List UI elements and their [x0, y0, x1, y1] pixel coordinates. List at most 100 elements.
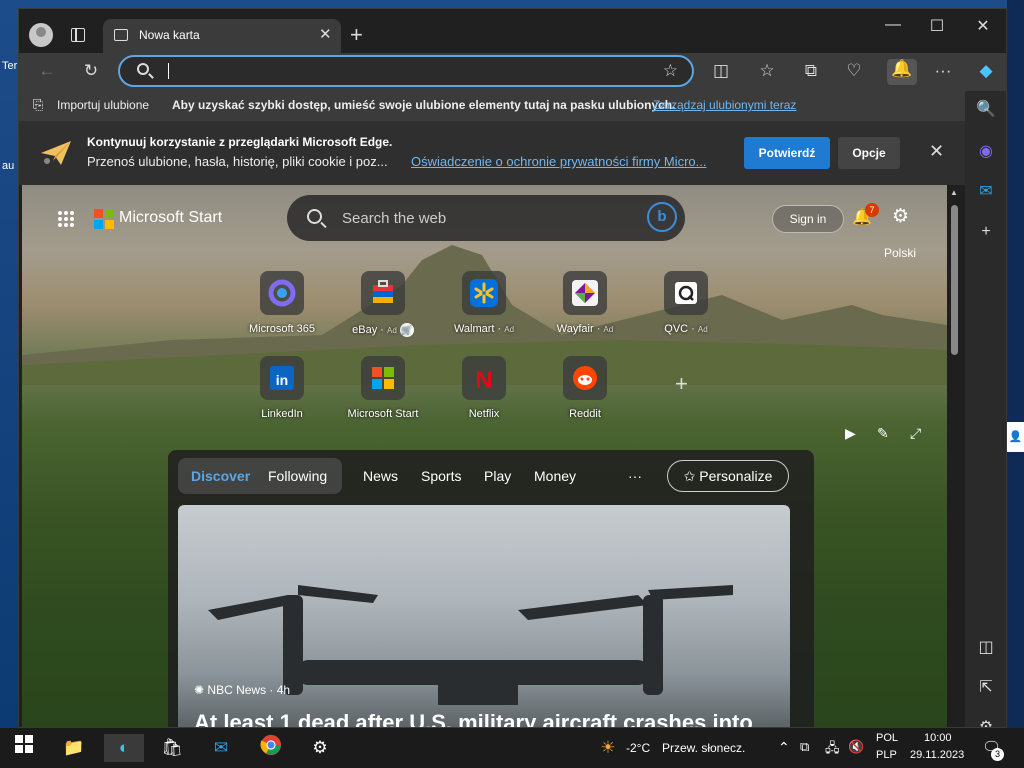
tile-microsoft-365[interactable]: Microsoft 365 [227, 271, 337, 335]
sidebar-toggle-icon[interactable]: ◫ [975, 637, 997, 659]
bing-icon[interactable]: b [647, 202, 677, 232]
tile-ebay[interactable]: eBay · Ad 🛒 [328, 271, 438, 337]
news-card[interactable]: ✺ NBC News · 4h At least 1 dead after U.… [178, 505, 790, 727]
mail-icon[interactable]: ✉ [207, 734, 235, 762]
split-screen-icon[interactable]: ◫ [709, 61, 733, 81]
edit-background-icon[interactable]: ✎ [877, 425, 889, 442]
notifications-icon[interactable]: 🔔 [887, 59, 917, 85]
netflix-icon: N [462, 356, 506, 400]
tab-news[interactable]: News [363, 468, 398, 484]
favorites-icon[interactable]: ☆ [755, 61, 779, 81]
taskbar: 📁 ◐ 🛍 ✉ ⚙ ☀ -2°C Przew. słonecz. ⌃ ⧉ 🖧 🔇… [0, 728, 1024, 768]
page-scrollbar[interactable]: ▲ [947, 185, 962, 727]
more-menu-icon[interactable]: ··· [931, 61, 955, 81]
tab-discover[interactable]: Discover [191, 468, 250, 484]
tile-label: Wayfair [556, 323, 594, 335]
privacy-statement-link[interactable]: Oświadczenie o ochronie prywatności firm… [411, 154, 707, 169]
profile-avatar[interactable] [29, 23, 53, 47]
file-explorer-icon[interactable]: 📁 [60, 734, 88, 762]
edge-taskbar-icon[interactable]: ◐ [104, 734, 144, 762]
tab-play[interactable]: Play [484, 468, 511, 484]
outlook-icon[interactable]: ✉ [975, 181, 997, 203]
tile-linkedin[interactable]: in LinkedIn [227, 356, 337, 420]
minimize-button[interactable]: — [873, 16, 913, 34]
microsoft-start-title[interactable]: Microsoft Start [119, 209, 222, 227]
sidebar-settings-icon[interactable]: ⚙ [975, 717, 997, 727]
desktop-right-edge: 👤 [1007, 0, 1024, 728]
tile-netflix[interactable]: N Netflix [429, 356, 539, 420]
network-icon[interactable]: 🖧 [825, 739, 840, 761]
address-bar[interactable]: ☆ [118, 55, 694, 87]
add-shortcut-button[interactable]: + [675, 371, 688, 397]
web-search-box[interactable]: Search the web b [287, 195, 685, 241]
windows-start-icon[interactable] [10, 734, 38, 762]
sign-in-button[interactable]: Sign in [772, 205, 844, 233]
infobar-title: Kontynuuj korzystanie z przeglądarki Mic… [87, 135, 393, 149]
store-icon[interactable]: 🛍 [158, 734, 186, 762]
personalize-button[interactable]: ✩ Personalize [667, 460, 789, 492]
svg-text:in: in [276, 372, 288, 388]
toolbar: ← ↻ ☆ ◫ ☆ ⧉ ♡ 🔔 ··· ◆ [19, 53, 1006, 91]
ad-label: Ad [387, 326, 397, 335]
clock-time[interactable]: 10:00 [924, 732, 952, 744]
weather-icon[interactable]: ☀ [594, 734, 622, 762]
favorite-star-icon[interactable]: ☆ [663, 61, 678, 81]
settings-taskbar-icon[interactable]: ⚙ [306, 734, 334, 762]
expand-icon[interactable]: ⤢ [910, 425, 921, 442]
chrome-icon[interactable] [257, 734, 285, 762]
refresh-button[interactable]: ↻ [79, 61, 103, 81]
weather-temp[interactable]: -2°C [626, 741, 650, 755]
settings-gear-icon[interactable]: ⚙ [892, 205, 909, 228]
tab-new[interactable]: Nowa karta ✕ [103, 19, 341, 53]
collections-icon[interactable]: ⧉ [799, 61, 823, 81]
reddit-icon [563, 356, 607, 400]
volume-muted-icon[interactable]: 🔇 [848, 739, 864, 755]
play-icon[interactable]: ▶ [845, 425, 856, 442]
ad-label: Ad [504, 325, 515, 334]
browser-essentials-icon[interactable]: ♡ [842, 61, 866, 81]
scrollbar-thumb[interactable] [951, 205, 958, 355]
search-icon[interactable]: 🔍 [975, 99, 997, 121]
tile-reddit[interactable]: Reddit [530, 356, 640, 420]
tab-following[interactable]: Following [268, 468, 327, 484]
tray-expand-icon[interactable]: ⌃ [778, 739, 790, 756]
copilot-icon[interactable]: ◆ [974, 61, 998, 81]
options-button[interactable]: Opcje [838, 137, 900, 169]
apps-grid-icon[interactable] [57, 210, 75, 228]
tile-walmart[interactable]: Walmart · Ad [429, 271, 539, 335]
news-headline[interactable]: At least 1 dead after U.S. military airc… [194, 710, 753, 727]
person-icon[interactable]: 👤 [1007, 422, 1024, 452]
tile-microsoft-start[interactable]: Microsoft Start [328, 356, 438, 420]
scroll-up-arrow-icon[interactable]: ▲ [950, 188, 958, 197]
desktop-icon-label[interactable]: Ter [2, 60, 17, 72]
confirm-button[interactable]: Potwierdź [744, 137, 830, 169]
input-language-bottom[interactable]: PLP [876, 749, 897, 761]
tile-wayfair[interactable]: Wayfair · Ad [530, 271, 640, 335]
linkedin-icon: in [260, 356, 304, 400]
close-infobar-icon[interactable]: ✕ [929, 141, 944, 162]
new-tab-button[interactable]: + [350, 22, 363, 48]
maximize-button[interactable]: ☐ [917, 16, 957, 36]
tab-money[interactable]: Money [534, 468, 576, 484]
clock-date[interactable]: 29.11.2023 [910, 749, 964, 761]
add-sidebar-app-icon[interactable]: + [975, 223, 997, 245]
tile-qvc[interactable]: QVC · Ad [631, 271, 741, 335]
microsoft-logo-icon [94, 209, 114, 229]
more-tabs-button[interactable]: ··· [628, 468, 642, 484]
close-window-button[interactable]: ✕ [963, 16, 1003, 36]
tab-sports[interactable]: Sports [421, 468, 461, 484]
tray-app-icon[interactable]: ⧉ [800, 739, 809, 755]
news-source-text: NBC News · 4h [207, 683, 291, 697]
back-button[interactable]: ← [35, 61, 59, 81]
sparkle-icon: ✩ [683, 468, 696, 484]
close-tab-icon[interactable]: ✕ [319, 25, 332, 43]
manage-favorites-link[interactable]: Zarządzaj ulubionymi teraz [653, 98, 796, 112]
weather-condition[interactable]: Przew. słonecz. [662, 741, 745, 755]
open-external-icon[interactable]: ⇱ [975, 677, 997, 699]
tab-actions-icon[interactable] [71, 28, 85, 42]
input-language-top[interactable]: POL [876, 732, 898, 744]
desktop-icon-label[interactable]: au [2, 160, 14, 172]
copilot-sidebar-icon[interactable]: ◉ [975, 141, 997, 163]
address-input[interactable] [166, 61, 636, 81]
import-favorites-button[interactable]: Importuj ulubione [57, 98, 149, 112]
